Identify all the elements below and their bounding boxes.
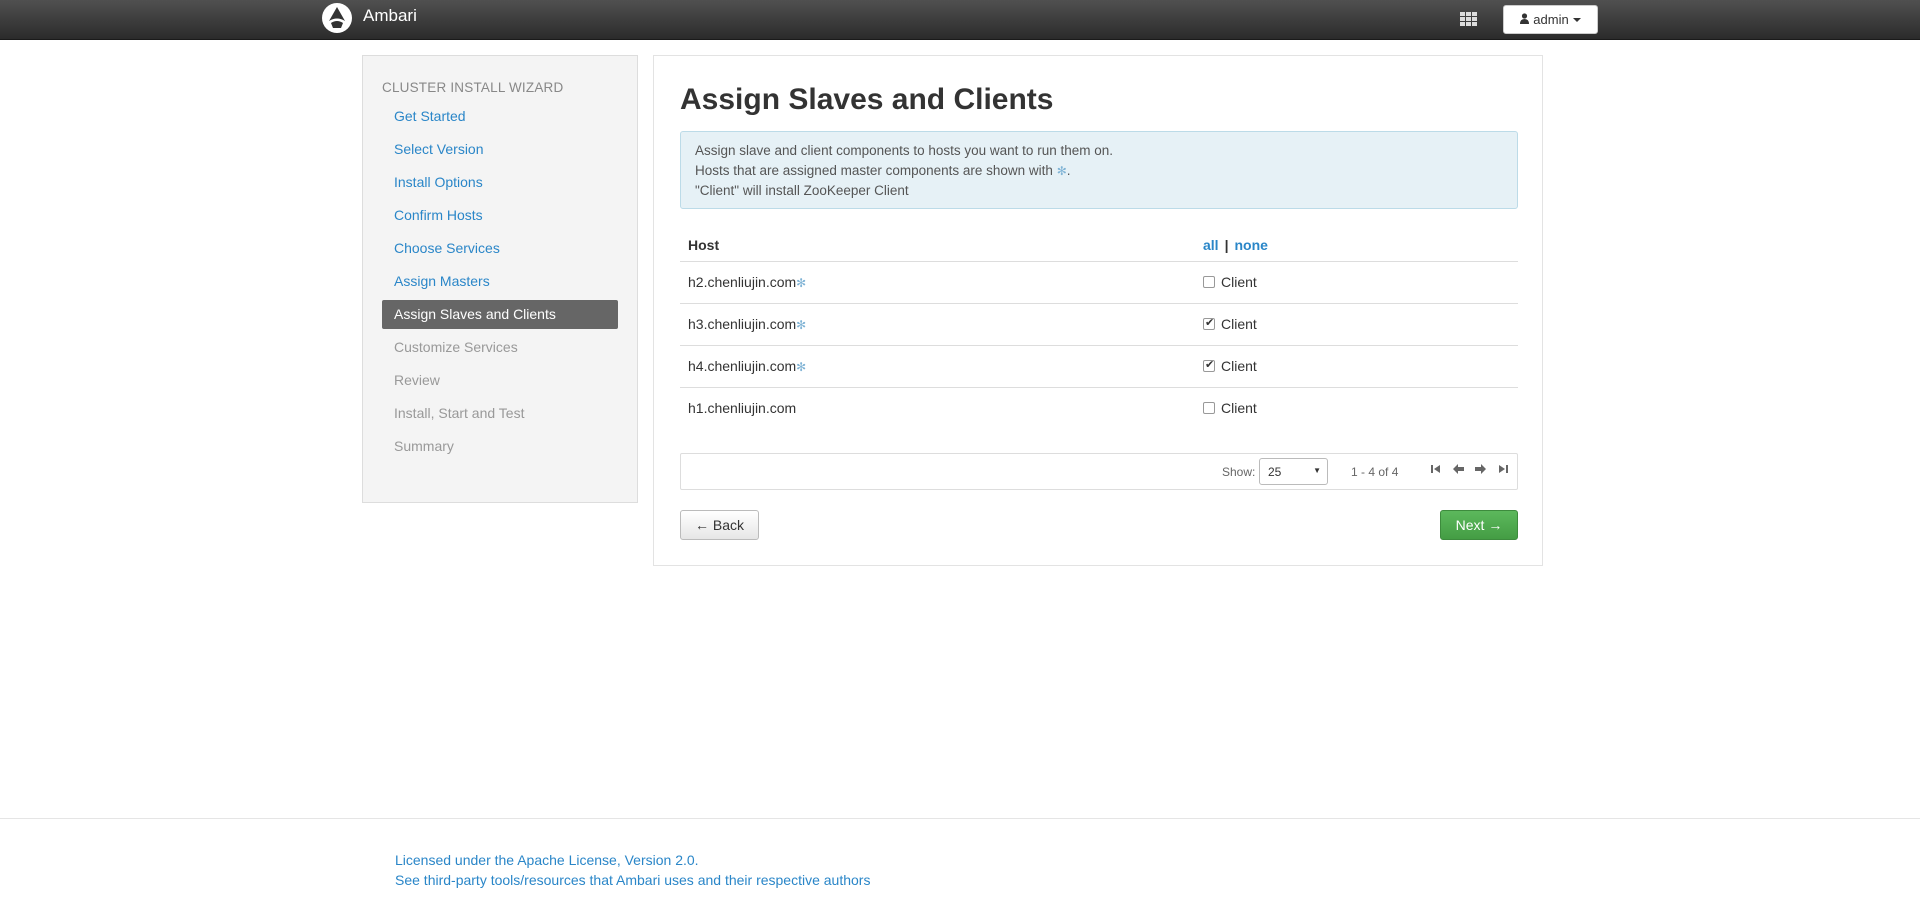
user-name: admin (1533, 12, 1569, 27)
next-page-icon[interactable] (1475, 463, 1486, 477)
info-line-3: "Client" will install ZooKeeper Client (695, 183, 909, 198)
footer: Licensed under the Apache License, Versi… (0, 818, 1920, 920)
sidebar-item-install-options[interactable]: Install Options (382, 168, 618, 197)
client-checkbox[interactable] (1203, 402, 1215, 414)
hosts-table: Host all | none h2.chenliujin.com✻ Client … (680, 230, 1518, 430)
back-button[interactable]: ← Back (680, 510, 759, 540)
sidebar-item-summary: Summary (394, 438, 454, 454)
master-component-icon: ✻ (1056, 164, 1067, 178)
user-icon (1520, 12, 1530, 27)
client-checkbox[interactable] (1203, 276, 1215, 288)
sidebar-item-select-version[interactable]: Select Version (382, 135, 618, 164)
sidebar-item-install-start-and-test: Install, Start and Test (394, 405, 525, 421)
select-none-link[interactable]: none (1235, 237, 1268, 253)
sidebar-item-assign-slaves-and-clients[interactable]: Assign Slaves and Clients (382, 300, 618, 329)
table-row: h2.chenliujin.com✻ Client (680, 262, 1518, 304)
brand[interactable]: Ambari (322, 3, 417, 33)
show-label: Show: (1222, 465, 1256, 479)
user-menu-button[interactable]: admin (1503, 5, 1598, 34)
master-component-icon: ✻ (796, 276, 807, 290)
info-alert: Assign slave and client components to ho… (680, 131, 1518, 209)
host-name: h3.chenliujin.com (688, 316, 797, 332)
sidebar-item-customize-services: Customize Services (394, 339, 518, 355)
master-component-icon: ✻ (796, 318, 807, 332)
chevron-down-icon (1572, 17, 1581, 22)
client-label: Client (1221, 316, 1257, 332)
page-size-select[interactable]: 25 ▼ (1259, 458, 1328, 485)
dropdown-arrow-icon: ▼ (1313, 466, 1321, 475)
apache-license-link[interactable]: Licensed under the Apache License, Versi… (395, 852, 699, 868)
third-party-resources-link[interactable]: See third-party tools/resources that Amb… (395, 872, 870, 888)
wizard-sidebar: CLUSTER INSTALL WIZARD Get Started Selec… (362, 55, 638, 503)
host-name: h4.chenliujin.com (688, 358, 797, 374)
client-checkbox[interactable] (1203, 316, 1215, 330)
grid-icon[interactable] (1460, 12, 1477, 26)
top-navbar: Ambari admin (0, 0, 1920, 40)
client-label: Client (1221, 274, 1257, 290)
sidebar-item-confirm-hosts[interactable]: Confirm Hosts (382, 201, 618, 230)
table-pager: Show: 25 ▼ 1 - 4 of 4 (680, 453, 1518, 490)
info-line-2: Hosts that are assigned master component… (695, 163, 1071, 178)
client-label: Client (1221, 400, 1257, 416)
next-button[interactable]: Next → (1440, 510, 1518, 540)
host-column-header: Host (688, 237, 720, 253)
last-page-icon[interactable] (1498, 463, 1508, 477)
sidebar-item-assign-masters[interactable]: Assign Masters (382, 267, 618, 296)
table-header: Host all | none (680, 230, 1518, 262)
sidebar-item-choose-services[interactable]: Choose Services (382, 234, 618, 263)
sidebar-item-review: Review (394, 372, 440, 388)
info-line-1: Assign slave and client components to ho… (695, 143, 1113, 158)
first-page-icon[interactable] (1431, 463, 1441, 477)
sidebar-title: CLUSTER INSTALL WIZARD (382, 80, 564, 95)
page-title: Assign Slaves and Clients (680, 83, 1054, 116)
page-range: 1 - 4 of 4 (1351, 465, 1399, 479)
table-row: h3.chenliujin.com✻ Client (680, 304, 1518, 346)
sidebar-item-get-started[interactable]: Get Started (382, 102, 618, 131)
host-name: h2.chenliujin.com (688, 274, 797, 290)
ambari-logo-icon (322, 3, 352, 33)
client-checkbox[interactable] (1203, 358, 1215, 372)
master-component-icon: ✻ (796, 360, 807, 374)
select-all-link[interactable]: all (1203, 237, 1219, 253)
previous-page-icon[interactable] (1453, 463, 1464, 477)
host-name: h1.chenliujin.com (688, 400, 797, 416)
table-row: h1.chenliujin.com Client (680, 388, 1518, 430)
table-row: h4.chenliujin.com✻ Client (680, 346, 1518, 388)
app-name: Ambari (363, 6, 417, 25)
separator: | (1224, 237, 1229, 253)
main-panel: Assign Slaves and Clients Assign slave a… (653, 55, 1543, 566)
client-label: Client (1221, 358, 1257, 374)
